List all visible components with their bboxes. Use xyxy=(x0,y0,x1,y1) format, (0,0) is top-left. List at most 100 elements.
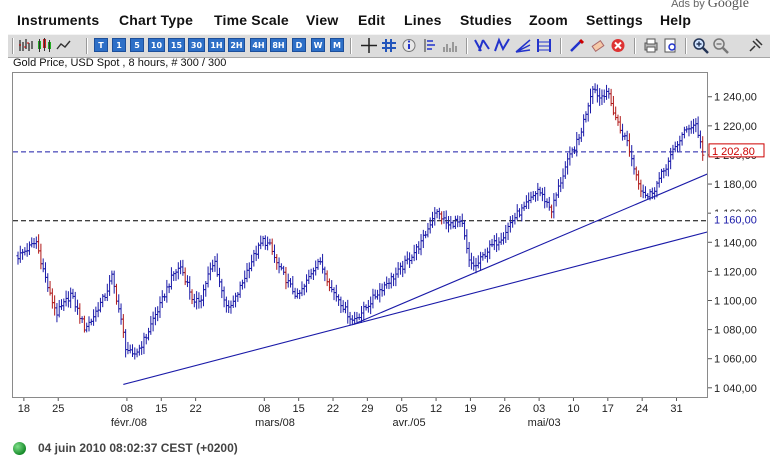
crosshair-icon[interactable] xyxy=(360,37,378,54)
ohlc-bar xyxy=(142,332,146,355)
ohlc-bar xyxy=(304,274,309,293)
fan-icon[interactable] xyxy=(514,37,532,54)
ohlc-bar xyxy=(217,267,222,288)
trend-down-icon[interactable] xyxy=(473,37,491,54)
y-tick-label: 1 060,00 xyxy=(714,354,757,366)
delete-icon[interactable] xyxy=(609,37,627,54)
period-button-4h[interactable]: 4H xyxy=(250,38,267,52)
ohlc-bar xyxy=(69,287,73,309)
menu-view[interactable]: View xyxy=(306,12,338,28)
ohlc-bar xyxy=(55,303,59,323)
ohlc-bar xyxy=(325,270,329,287)
zoom-out-icon[interactable] xyxy=(712,37,730,54)
period-button-5[interactable]: 5 xyxy=(130,38,144,52)
zoom-in-icon[interactable] xyxy=(692,37,710,54)
ohlc-bar xyxy=(66,291,70,308)
ohlc-bar xyxy=(146,327,151,341)
ohlc-bar xyxy=(362,301,366,321)
ohlc-bar xyxy=(30,237,34,248)
ohlc-bar xyxy=(662,167,666,179)
ohlc-bar xyxy=(119,303,123,325)
ohlc-bar xyxy=(149,316,153,335)
period-button-30[interactable]: 30 xyxy=(188,38,205,52)
ohlc-bar xyxy=(396,262,400,278)
menu-chart-type[interactable]: Chart Type xyxy=(119,12,193,28)
ohlc-bar xyxy=(501,232,506,245)
chart-title: Gold Price, USD Spot , 8 hours, # 300 / … xyxy=(13,57,227,69)
pin-icon[interactable] xyxy=(746,37,764,54)
ohlc-bar xyxy=(595,84,599,103)
period-button-1[interactable]: 1 xyxy=(112,38,126,52)
grid-icon[interactable] xyxy=(380,37,398,54)
menu-instruments[interactable]: Instruments xyxy=(17,12,99,28)
ohlc-bar xyxy=(78,303,82,324)
ohlc-bar xyxy=(657,172,661,188)
period-button-t[interactable]: T xyxy=(94,38,108,52)
eraser-icon[interactable] xyxy=(589,37,607,54)
ohlc-bar xyxy=(135,348,139,358)
ohlc-bar xyxy=(511,215,515,228)
ohlc-bar xyxy=(556,179,561,198)
ohlc-bar xyxy=(433,207,437,226)
period-button-1h[interactable]: 1H xyxy=(208,38,225,52)
menu-help[interactable]: Help xyxy=(660,12,691,28)
chart-plot-area[interactable] xyxy=(12,72,708,398)
line-chart-icon[interactable] xyxy=(55,37,73,54)
ohlc-bar xyxy=(639,179,643,198)
ohlc-bar xyxy=(446,216,451,233)
ohlc-bar xyxy=(332,287,336,301)
ohlc-bar xyxy=(701,136,705,161)
period-button-8h[interactable]: 8H xyxy=(270,38,287,52)
period-button-2h[interactable]: 2H xyxy=(228,38,245,52)
menu-time-scale[interactable]: Time Scale xyxy=(214,12,289,28)
ohlc-bar xyxy=(94,306,98,322)
ohlc-bar xyxy=(172,271,176,281)
ohlc-bar xyxy=(625,130,629,147)
ohlc-bar xyxy=(341,300,345,313)
candlestick-icon[interactable] xyxy=(35,37,53,54)
ohlc-bar xyxy=(451,220,455,229)
price-axis[interactable]: 1 040,00 1 060,00 1 080,00 1 100,00 1 120,00… xyxy=(708,72,774,398)
ohlc-bar xyxy=(675,141,680,153)
preview-icon[interactable] xyxy=(662,37,680,54)
ohlc-bar xyxy=(80,316,84,324)
draw-icon[interactable] xyxy=(568,37,586,54)
ohlc-bar xyxy=(694,118,698,133)
x-tick-label: 19 xyxy=(464,403,476,415)
ohlc-bar xyxy=(620,123,625,141)
trendline[interactable] xyxy=(352,173,708,326)
ohlc-bar xyxy=(41,258,45,273)
trend-up-icon[interactable] xyxy=(493,37,511,54)
menu-lines[interactable]: Lines xyxy=(404,12,442,28)
period-button-d[interactable]: D xyxy=(292,38,306,52)
print-icon[interactable] xyxy=(642,37,660,54)
y-tick-label: 1 140,00 xyxy=(714,237,757,249)
time-axis[interactable]: 18 25 08 15 22 08 15 22 29 05 12 19 26 03 10 17 24 31 févr… xyxy=(12,398,708,432)
ohlc-bar xyxy=(108,275,112,296)
ohlc-bar xyxy=(385,276,389,289)
period-button-w[interactable]: W xyxy=(311,38,325,52)
menu-studies[interactable]: Studies xyxy=(460,12,512,28)
fibonacci-icon[interactable] xyxy=(535,37,553,54)
ohlc-bar xyxy=(279,263,283,271)
ohlc-bar xyxy=(130,344,135,357)
ohlc-bar xyxy=(73,291,77,312)
ohlc-bar xyxy=(62,298,66,312)
period-button-15[interactable]: 15 xyxy=(168,38,185,52)
support-price-label: 1 160,00 xyxy=(714,215,757,227)
scale-icon[interactable] xyxy=(421,37,439,54)
bar-chart-icon[interactable] xyxy=(17,37,35,54)
ohlc-bar xyxy=(261,235,265,247)
menu-settings[interactable]: Settings xyxy=(586,12,643,28)
ohlc-bar xyxy=(483,248,487,259)
menu-edit[interactable]: Edit xyxy=(358,12,385,28)
trendline[interactable] xyxy=(123,231,708,385)
period-button-10[interactable]: 10 xyxy=(148,38,165,52)
volume-icon[interactable] xyxy=(441,37,459,54)
info-icon[interactable] xyxy=(400,37,418,54)
ohlc-bar xyxy=(545,198,549,208)
price-chart[interactable] xyxy=(13,73,708,398)
menu-zoom[interactable]: Zoom xyxy=(529,12,568,28)
ohlc-bar xyxy=(520,204,524,222)
period-button-m[interactable]: M xyxy=(330,38,344,52)
